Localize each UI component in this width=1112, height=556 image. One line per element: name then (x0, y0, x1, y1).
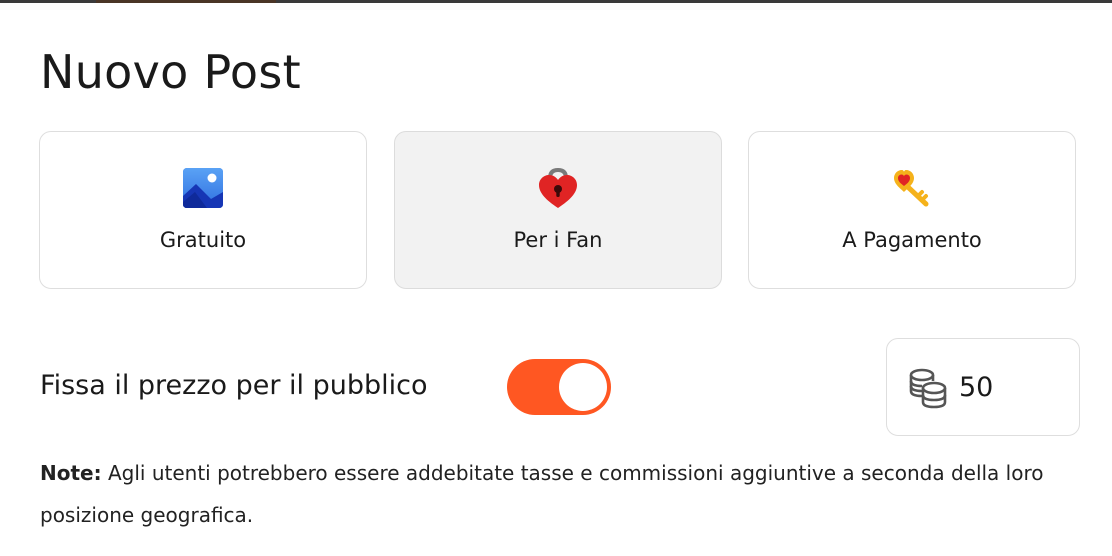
note-body: Agli utenti potrebbero essere addebitate… (40, 461, 1044, 527)
top-strip (0, 0, 1112, 3)
post-type-label: Per i Fan (513, 228, 603, 252)
public-price-toggle[interactable] (507, 359, 611, 415)
page-title: Nuovo Post (40, 45, 301, 99)
key-icon (894, 170, 929, 207)
coins-icon (909, 368, 947, 409)
note-text: Note: Agli utenti potrebbero essere adde… (40, 452, 1080, 536)
post-type-label: A Pagamento (842, 228, 982, 252)
post-type-free-card[interactable]: Gratuito (39, 131, 367, 289)
post-type-fans-card[interactable]: Per i Fan (394, 131, 722, 289)
image-icon (183, 168, 223, 208)
price-input[interactable]: 50 (886, 338, 1080, 436)
price-value: 50 (959, 372, 994, 403)
post-type-paid-card[interactable]: A Pagamento (748, 131, 1076, 289)
note-prefix: Note: (40, 461, 102, 485)
post-type-label: Gratuito (159, 228, 247, 252)
public-price-label: Fissa il prezzo per il pubblico (40, 370, 428, 401)
toggle-knob (559, 363, 607, 411)
heart-lock-icon (539, 167, 577, 208)
